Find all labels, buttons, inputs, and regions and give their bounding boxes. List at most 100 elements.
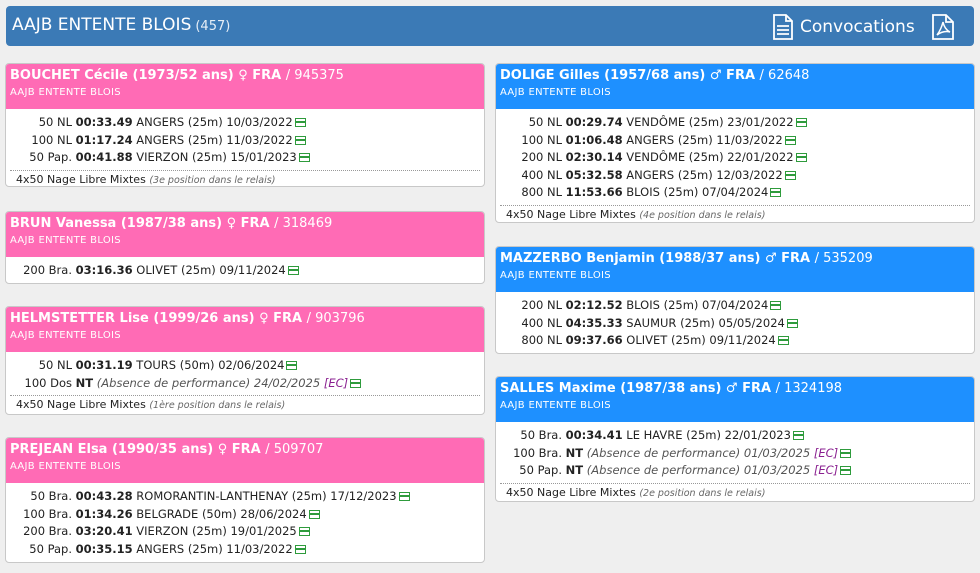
result-event: 50 NL xyxy=(38,115,72,129)
swimmer-card-helmstetter: HELMSTETTER Lise (1999/26 ans) ♀ FRA / 9… xyxy=(5,306,485,415)
result-event: 100 NL xyxy=(521,132,562,147)
ffn-result-icon[interactable] xyxy=(840,448,852,458)
swimmer-identity[interactable]: SALLES Maxime (1987/38 ans) ♂ FRA xyxy=(500,381,771,396)
result-time: NT xyxy=(565,463,584,477)
swimmer-identity[interactable]: MAZZERBO Benjamin (1988/37 ans) ♂ FRA xyxy=(500,251,810,266)
result-location-date: BLOIS (25m) 07/04/2024 xyxy=(626,185,769,199)
swimmer-identity[interactable]: BOUCHET Cécile (1973/52 ans) ♀ FRA xyxy=(10,68,281,83)
result-time: 00:33.49 xyxy=(75,115,133,129)
swimmer-club: AAJB ENTENTE BLOIS xyxy=(500,87,611,98)
swimmer-card-salles: SALLES Maxime (1987/38 ans) ♂ FRA / 1324… xyxy=(495,376,975,502)
swimmer-name[interactable]: DOLIGE Gilles (1957/68 ans) ♂ FRA / 6264… xyxy=(500,68,970,83)
result-event: 50 Pap. xyxy=(29,150,72,164)
result-location-date: ROMORANTIN-LANTHENAY (25m) 17/12/2023 xyxy=(136,489,397,503)
result-row: 100 Bra. NT (Absence de performance) 01/… xyxy=(496,446,974,464)
result-time: 11:53.66 xyxy=(565,185,623,199)
result-absence: (Absence de performance) 24/02/2025 xyxy=(96,375,321,390)
swimmer-identity[interactable]: BRUN Vanessa (1987/38 ans) ♀ FRA xyxy=(10,216,270,231)
swimmer-name[interactable]: BRUN Vanessa (1987/38 ans) ♀ FRA / 31846… xyxy=(10,216,480,231)
swimmer-club: AAJB ENTENTE BLOIS xyxy=(500,400,611,411)
result-event: 800 NL xyxy=(521,333,562,347)
result-event: 50 Bra. xyxy=(520,428,562,442)
result-location-date: TOURS (50m) 02/06/2024 xyxy=(136,358,285,372)
result-row: 50 Bra. 00:43.28 ROMORANTIN-LANTHENAY (2… xyxy=(6,489,484,507)
ffn-result-icon[interactable] xyxy=(294,135,306,145)
swimmer-count: (457) xyxy=(195,19,231,34)
result-row: 50 NL 00:31.19 TOURS (50m) 02/06/2024 xyxy=(6,358,484,376)
result-row: 50 Bra. 00:34.41 LE HAVRE (25m) 22/01/20… xyxy=(496,428,974,446)
result-location-date: VENDÔME (25m) 23/01/2022 xyxy=(626,115,794,129)
swimmer-card-mazzerbo: MAZZERBO Benjamin (1988/37 ans) ♂ FRA / … xyxy=(495,246,975,354)
ffn-result-icon[interactable] xyxy=(398,492,410,501)
result-ec-badge: [EC] xyxy=(813,445,839,460)
ffn-result-icon[interactable] xyxy=(786,318,798,328)
result-location-date: BELGRADE (50m) 28/06/2024 xyxy=(136,506,307,521)
ffn-result-icon[interactable] xyxy=(770,188,782,197)
result-location-date: OLIVET (25m) 09/11/2024 xyxy=(136,263,286,277)
convocations-label[interactable]: Convocations xyxy=(800,17,915,37)
swimmer-header: BRUN Vanessa (1987/38 ans) ♀ FRA / 31846… xyxy=(6,212,484,257)
swimmer-identity[interactable]: PREJEAN Elsa (1990/35 ans) ♀ FRA xyxy=(10,442,261,457)
result-time: 00:29.74 xyxy=(565,115,623,129)
relay-position: (1ère position dans le relais) xyxy=(149,400,286,411)
result-time: 05:32.58 xyxy=(565,167,623,182)
result-location-date: ANGERS (25m) 10/03/2022 xyxy=(136,115,293,129)
ffn-result-icon[interactable] xyxy=(840,466,852,475)
swimmer-identity[interactable]: HELMSTETTER Lise (1999/26 ans) ♀ FRA xyxy=(10,311,302,326)
result-time: 01:06.48 xyxy=(565,132,623,147)
result-row: 200 Bra. 03:16.36 OLIVET (25m) 09/11/202… xyxy=(6,263,484,281)
result-event: 100 Bra. xyxy=(513,445,562,460)
ffn-result-icon[interactable] xyxy=(784,170,796,180)
ffn-result-icon[interactable] xyxy=(298,153,310,162)
convocations-link[interactable]: Convocations xyxy=(772,14,955,40)
ffn-result-icon[interactable] xyxy=(287,266,299,275)
result-absence: (Absence de performance) 01/03/2025 xyxy=(586,445,811,460)
ffn-result-icon[interactable] xyxy=(795,118,807,127)
results-list: 50 NL 00:29.74 VENDÔME (25m) 23/01/2022 1… xyxy=(496,109,974,203)
swimmer-identity[interactable]: DOLIGE Gilles (1957/68 ans) ♂ FRA xyxy=(500,68,755,83)
result-event: 50 Pap. xyxy=(519,463,562,477)
result-location-date: ANGERS (25m) 11/03/2022 xyxy=(626,132,783,147)
result-time: NT xyxy=(75,375,94,390)
swimmer-name[interactable]: SALLES Maxime (1987/38 ans) ♂ FRA / 1324… xyxy=(500,381,970,396)
result-event: 400 NL xyxy=(521,167,562,182)
ffn-result-icon[interactable] xyxy=(294,544,306,554)
ffn-result-icon[interactable] xyxy=(770,301,782,310)
result-time: NT xyxy=(565,445,584,460)
swimmer-name[interactable]: MAZZERBO Benjamin (1988/37 ans) ♂ FRA / … xyxy=(500,251,970,266)
ffn-result-icon[interactable] xyxy=(792,431,804,440)
ffn-result-icon[interactable] xyxy=(784,135,796,145)
result-time: 01:34.26 xyxy=(75,506,133,521)
ffn-result-icon[interactable] xyxy=(308,509,320,519)
swimmer-name[interactable]: PREJEAN Elsa (1990/35 ans) ♀ FRA / 50970… xyxy=(10,442,480,457)
ffn-result-icon[interactable] xyxy=(795,153,807,162)
club-header: AAJB ENTENTE BLOIS (457) Convocations xyxy=(6,6,974,46)
document-icon[interactable] xyxy=(772,14,794,40)
ffn-result-icon[interactable] xyxy=(350,378,362,388)
pdf-icon[interactable] xyxy=(931,14,955,40)
results-list: 50 Bra. 00:43.28 ROMORANTIN-LANTHENAY (2… xyxy=(6,483,484,559)
swimmer-name[interactable]: BOUCHET Cécile (1973/52 ans) ♀ FRA / 945… xyxy=(10,68,480,83)
result-row: 50 NL 00:29.74 VENDÔME (25m) 23/01/2022 xyxy=(496,115,974,133)
result-row: 100 Dos NT (Absence de performance) 24/0… xyxy=(6,376,484,394)
result-time: 00:41.88 xyxy=(75,150,133,164)
result-event: 800 NL xyxy=(521,185,562,199)
swimmer-name[interactable]: HELMSTETTER Lise (1999/26 ans) ♀ FRA / 9… xyxy=(10,311,480,326)
result-time: 03:16.36 xyxy=(75,263,133,277)
relay-row: 4x50 Nage Libre Mixtes (3e position dans… xyxy=(10,169,480,187)
result-absence: (Absence de performance) 01/03/2025 xyxy=(586,463,811,477)
results-list: 200 NL 02:12.52 BLOIS (25m) 07/04/2024 40… xyxy=(496,292,974,351)
swimmer-license: / 535209 xyxy=(814,251,873,266)
relay-name: 4x50 Nage Libre Mixtes xyxy=(506,485,636,499)
club-name: AAJB ENTENTE BLOIS xyxy=(12,15,192,35)
result-location-date: SAUMUR (25m) 05/05/2024 xyxy=(626,315,785,330)
ffn-result-icon[interactable] xyxy=(294,118,306,127)
swimmer-card-prejean: PREJEAN Elsa (1990/35 ans) ♀ FRA / 50970… xyxy=(5,437,485,563)
result-time: 00:35.15 xyxy=(75,541,133,556)
swimmer-card-dolige: DOLIGE Gilles (1957/68 ans) ♂ FRA / 6264… xyxy=(495,63,975,223)
result-location-date: VIERZON (25m) 15/01/2023 xyxy=(136,150,297,164)
ffn-result-icon[interactable] xyxy=(286,361,298,370)
ffn-result-icon[interactable] xyxy=(777,336,789,345)
ffn-result-icon[interactable] xyxy=(298,527,310,536)
result-event: 100 Bra. xyxy=(23,506,72,521)
